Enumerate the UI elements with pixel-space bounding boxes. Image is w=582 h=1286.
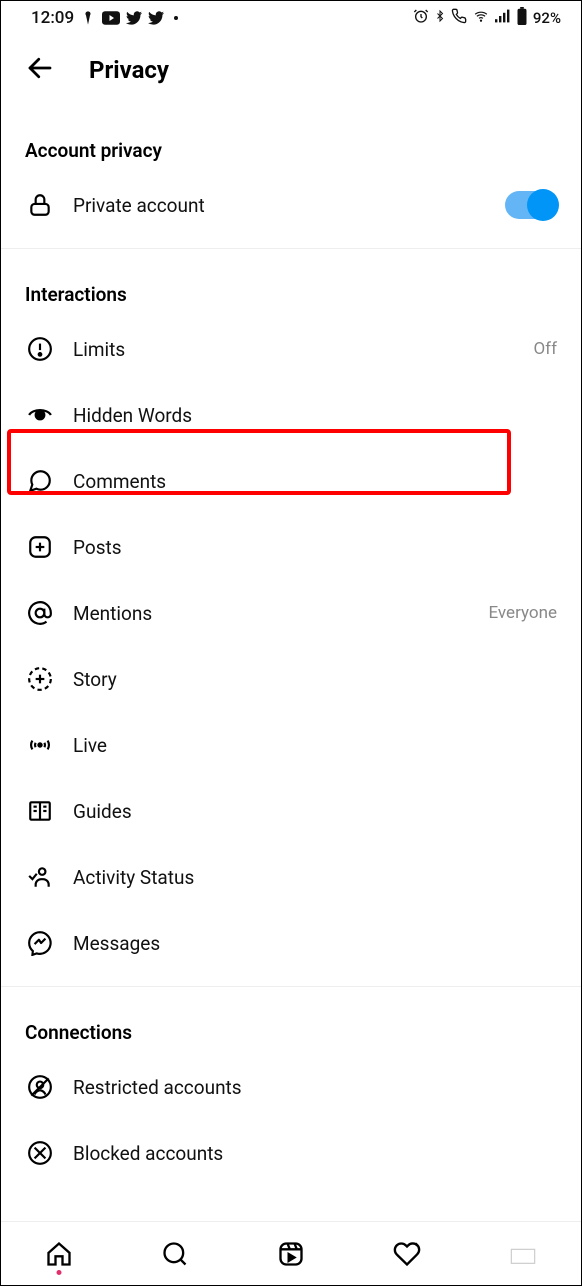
live-label: Live bbox=[73, 734, 557, 757]
row-story[interactable]: Story bbox=[1, 646, 581, 712]
comments-label: Comments bbox=[73, 470, 557, 493]
wifi-icon bbox=[472, 9, 490, 27]
row-guides[interactable]: Guides bbox=[1, 778, 581, 844]
row-hidden-words[interactable]: Hidden Words bbox=[1, 382, 581, 448]
nav-search-icon[interactable] bbox=[160, 1239, 190, 1269]
row-blocked-accounts[interactable]: Blocked accounts bbox=[1, 1120, 581, 1186]
eye-hidden-icon bbox=[25, 400, 55, 430]
battery-icon bbox=[516, 7, 528, 29]
row-limits[interactable]: Limits Off bbox=[1, 316, 581, 382]
alarm-icon bbox=[413, 8, 429, 28]
row-live[interactable]: Live bbox=[1, 712, 581, 778]
header: Privacy bbox=[1, 33, 581, 105]
nav-home-icon[interactable] bbox=[44, 1239, 74, 1269]
posts-label: Posts bbox=[73, 536, 557, 559]
mentions-label: Mentions bbox=[73, 602, 470, 625]
nav-home-dot bbox=[57, 1270, 62, 1275]
restricted-icon bbox=[25, 1072, 55, 1102]
comment-icon bbox=[25, 466, 55, 496]
nav-profile-icon[interactable] bbox=[508, 1239, 538, 1269]
status-time: 12:09 bbox=[31, 8, 74, 28]
row-activity-status[interactable]: Activity Status bbox=[1, 844, 581, 910]
status-right: 92% bbox=[413, 7, 561, 29]
app-icon-1 bbox=[80, 10, 96, 26]
back-arrow-icon[interactable] bbox=[25, 53, 55, 87]
phone-icon bbox=[451, 8, 467, 28]
section-account-privacy-title: Account privacy bbox=[1, 105, 581, 172]
youtube-icon bbox=[102, 11, 120, 25]
nav-heart-icon[interactable] bbox=[392, 1239, 422, 1269]
private-account-toggle[interactable] bbox=[505, 191, 557, 219]
signal-icon bbox=[495, 9, 511, 27]
private-account-label: Private account bbox=[73, 194, 487, 217]
section-connections-title: Connections bbox=[1, 987, 581, 1054]
plus-square-icon bbox=[25, 532, 55, 562]
restricted-label: Restricted accounts bbox=[73, 1076, 557, 1099]
warning-circle-icon bbox=[25, 334, 55, 364]
bottom-nav bbox=[1, 1221, 581, 1285]
row-restricted-accounts[interactable]: Restricted accounts bbox=[1, 1054, 581, 1120]
nav-reels-icon[interactable] bbox=[276, 1239, 306, 1269]
page-title: Privacy bbox=[89, 56, 169, 84]
guides-label: Guides bbox=[73, 800, 557, 823]
at-icon bbox=[25, 598, 55, 628]
blocked-icon bbox=[25, 1138, 55, 1168]
bluetooth-icon bbox=[434, 8, 446, 28]
content: Account privacy Private account Interact… bbox=[1, 105, 581, 1256]
row-mentions[interactable]: Mentions Everyone bbox=[1, 580, 581, 646]
twitter-icon-2 bbox=[148, 11, 164, 25]
mentions-value: Everyone bbox=[488, 603, 557, 623]
status-left: 12:09 bbox=[31, 8, 178, 28]
battery-percent: 92% bbox=[533, 9, 561, 27]
messenger-icon bbox=[25, 928, 55, 958]
status-bar: 12:09 92% bbox=[1, 1, 581, 33]
status-dot bbox=[174, 16, 178, 20]
limits-label: Limits bbox=[73, 338, 515, 361]
blocked-label: Blocked accounts bbox=[73, 1142, 557, 1165]
story-label: Story bbox=[73, 668, 557, 691]
activity-status-icon bbox=[25, 862, 55, 892]
hidden-words-label: Hidden Words bbox=[73, 404, 557, 427]
story-plus-icon bbox=[25, 664, 55, 694]
row-comments[interactable]: Comments bbox=[1, 448, 581, 514]
live-icon bbox=[25, 730, 55, 760]
limits-value: Off bbox=[533, 339, 557, 359]
guides-icon bbox=[25, 796, 55, 826]
section-interactions-title: Interactions bbox=[1, 249, 581, 316]
row-private-account[interactable]: Private account bbox=[1, 172, 581, 238]
row-posts[interactable]: Posts bbox=[1, 514, 581, 580]
messages-label: Messages bbox=[73, 932, 557, 955]
twitter-icon-1 bbox=[126, 11, 142, 25]
lock-icon bbox=[25, 190, 55, 220]
row-messages[interactable]: Messages bbox=[1, 910, 581, 976]
activity-status-label: Activity Status bbox=[73, 866, 557, 889]
